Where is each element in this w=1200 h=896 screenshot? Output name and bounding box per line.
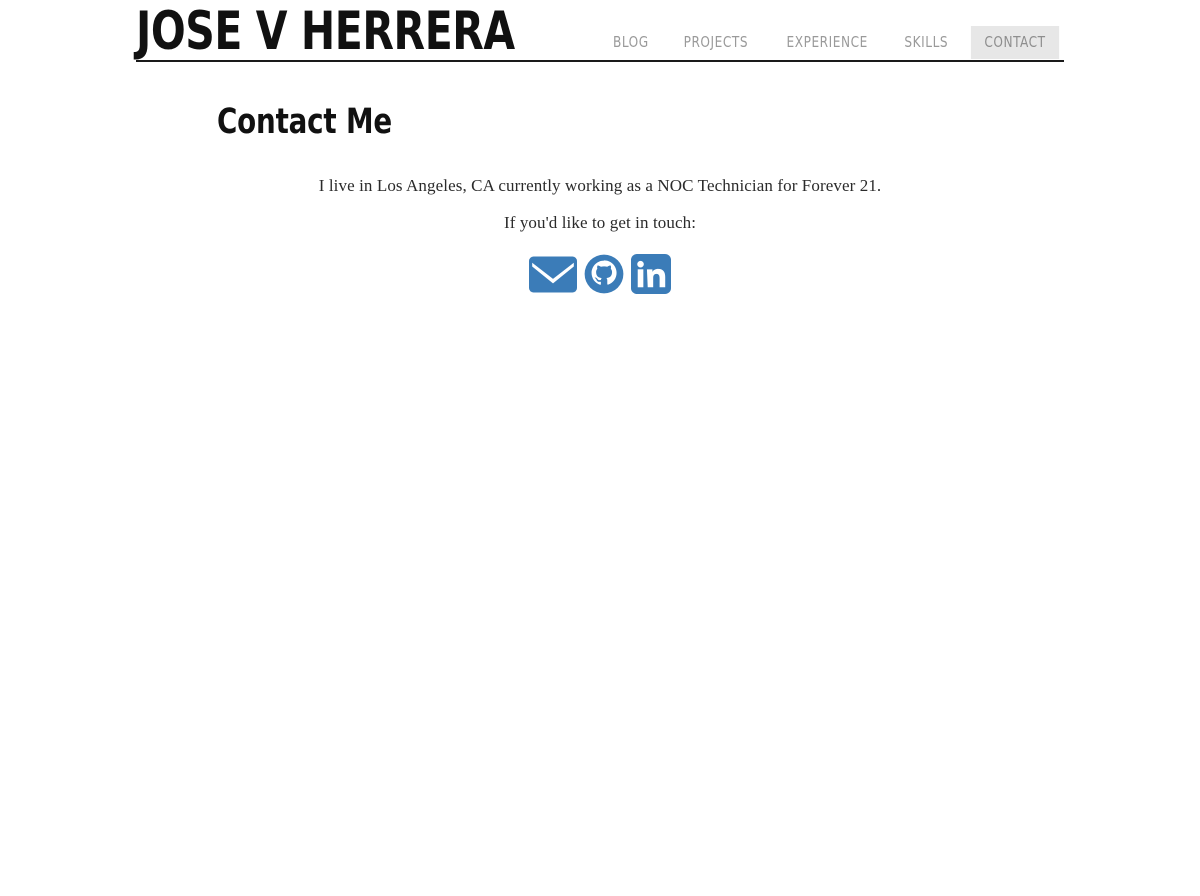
linkedin-icon (631, 254, 671, 294)
nav-item-experience[interactable]: EXPERIENCE (773, 26, 881, 59)
nav-item-skills[interactable]: SKILLS (891, 26, 962, 59)
email-icon (529, 256, 577, 293)
site-title: JOSE V HERRERA (136, 1, 515, 62)
nav-item-contact[interactable]: CONTACT (970, 26, 1060, 59)
email-link[interactable] (529, 250, 577, 298)
nav-item-blog[interactable]: BLOG (599, 26, 662, 59)
social-links-row (136, 250, 1064, 298)
page-title: Contact Me (217, 102, 392, 142)
page-root: JOSE V HERRERA BLOG PROJECTS EXPERIENCE … (0, 0, 1200, 896)
main-navigation: BLOG PROJECTS EXPERIENCE SKILLS CONTACT (596, 26, 1064, 59)
intro-paragraph-cta: If you'd like to get in touch: (503, 213, 697, 232)
site-header: JOSE V HERRERA BLOG PROJECTS EXPERIENCE … (136, 0, 1064, 62)
intro-paragraph-location: I live in Los Angeles, CA currently work… (318, 176, 882, 195)
nav-item-projects[interactable]: PROJECTS (670, 26, 762, 59)
github-icon (584, 254, 624, 294)
linkedin-link[interactable] (631, 254, 671, 294)
intro-text-block: I live in Los Angeles, CA currently work… (136, 174, 1064, 234)
github-link[interactable] (584, 254, 624, 294)
